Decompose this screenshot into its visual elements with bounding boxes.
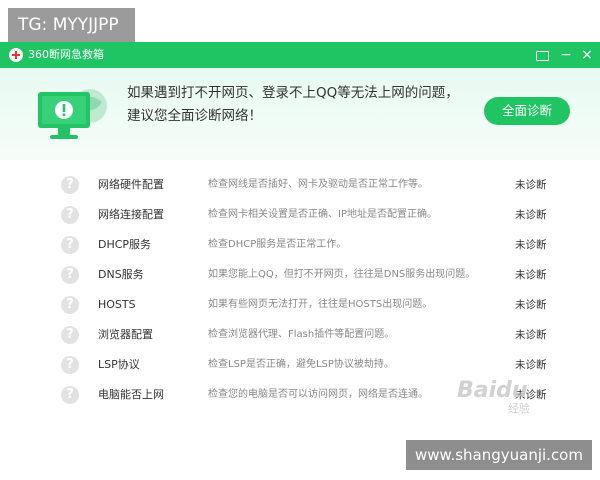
- jingyan-watermark: 经验: [508, 402, 530, 415]
- help-icon: ?: [61, 176, 79, 194]
- item-name: 浏览器配置: [98, 328, 153, 341]
- item-name: 网络连接配置: [98, 208, 164, 221]
- item-status: 未诊断: [515, 179, 547, 191]
- help-icon: ?: [61, 296, 79, 314]
- item-description: 检查DHCP服务是否正常工作。: [208, 239, 347, 250]
- item-status: 未诊断: [515, 359, 547, 371]
- help-icon: ?: [61, 206, 79, 224]
- item-name: DHCP服务: [98, 238, 152, 251]
- full-diagnose-button[interactable]: 全面诊断: [484, 97, 570, 125]
- item-name: DNS服务: [98, 268, 144, 281]
- minimize-button[interactable]: −: [557, 45, 575, 65]
- help-icon: ?: [61, 266, 79, 284]
- banner-message: 如果遇到打不开网页、登录不上QQ等无法上网的问题， 建议您全面诊断网络！: [127, 82, 459, 128]
- item-description: 如果有些网页无法打开，往往是HOSTS出现问题。: [208, 299, 433, 310]
- monitor-warning-icon: [38, 89, 107, 139]
- item-description: 检查LSP是否正确，避免LSP协议被劫持。: [208, 359, 394, 370]
- feedback-icon: [535, 51, 549, 61]
- item-status: 未诊断: [515, 269, 547, 281]
- item-status: 未诊断: [515, 209, 547, 221]
- help-icon: ?: [61, 236, 79, 254]
- list-item: ? 网络连接配置 检查网卡相关设置是否正确、IP地址是否配置正确。 未诊断: [0, 200, 600, 230]
- item-name: 网络硬件配置: [98, 178, 164, 191]
- list-item: ? 浏览器配置 检查浏览器代理、Flash插件等配置问题。 未诊断: [0, 320, 600, 350]
- list-item: ? HOSTS 如果有些网页无法打开，往往是HOSTS出现问题。 未诊断: [0, 290, 600, 320]
- help-icon: ?: [61, 326, 79, 344]
- site-watermark: www.shangyuanji.com: [406, 440, 592, 470]
- list-item: ? LSP协议 检查LSP是否正确，避免LSP协议被劫持。 未诊断: [0, 350, 600, 380]
- title-bar: 360断网急救箱 − ×: [0, 42, 600, 68]
- window-title: 360断网急救箱: [28, 48, 104, 61]
- list-item: ? 网络硬件配置 检查网线是否插好、网卡及驱动是否正常工作等。 未诊断: [0, 170, 600, 200]
- list-item: ? DHCP服务 检查DHCP服务是否正常工作。 未诊断: [0, 230, 600, 260]
- help-icon: ?: [61, 386, 79, 404]
- item-description: 检查网卡相关设置是否正确、IP地址是否配置正确。: [208, 209, 437, 220]
- item-status: 未诊断: [515, 329, 547, 341]
- close-button[interactable]: ×: [578, 45, 596, 65]
- item-name: 电脑能否上网: [98, 388, 164, 401]
- help-icon: ?: [61, 356, 79, 374]
- banner: 如果遇到打不开网页、登录不上QQ等无法上网的问题， 建议您全面诊断网络！ 全面诊…: [0, 68, 600, 160]
- banner-line-1: 如果遇到打不开网页、登录不上QQ等无法上网的问题，: [127, 85, 459, 101]
- red-cross-icon: [9, 48, 23, 62]
- item-status: 未诊断: [515, 299, 547, 311]
- feedback-button[interactable]: [533, 45, 551, 65]
- item-description: 检查网线是否插好、网卡及驱动是否正常工作等。: [208, 179, 428, 190]
- item-name: HOSTS: [98, 298, 136, 311]
- item-status: 未诊断: [515, 239, 547, 251]
- list-item: ? DNS服务 如果您能上QQ，但打不开网页，往往是DNS服务出现问题。 未诊断: [0, 260, 600, 290]
- banner-line-2: 建议您全面诊断网络！: [127, 108, 262, 124]
- item-description: 检查您的电脑是否可以访问网页，网络是否连通。: [208, 389, 428, 400]
- tg-badge: TG: MYYJJPP: [8, 8, 135, 42]
- item-name: LSP协议: [98, 358, 140, 371]
- item-description: 如果您能上QQ，但打不开网页，往往是DNS服务出现问题。: [208, 269, 476, 280]
- item-description: 检查浏览器代理、Flash插件等配置问题。: [208, 329, 395, 340]
